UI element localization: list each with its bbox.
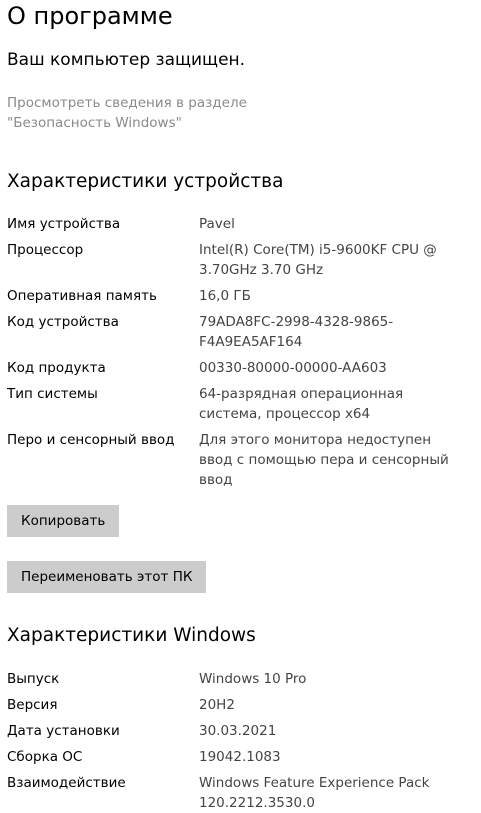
spec-value: Intel(R) Core(TM) i5-9600KF CPU @ 3.70GH… xyxy=(199,242,437,278)
spec-value: 19042.1083 xyxy=(199,749,281,765)
spec-value: Windows Feature Experience Pack 120.2212… xyxy=(199,775,430,811)
spec-value: 20H2 xyxy=(199,697,235,713)
spec-label: Имя устройства xyxy=(7,216,121,232)
spec-value: 64-разрядная операционная система, проце… xyxy=(199,386,404,422)
spec-label: Дата установки xyxy=(7,723,120,739)
spec-label: Процессор xyxy=(7,242,84,258)
spec-label: Сборка ОС xyxy=(7,749,83,765)
spec-value: 00330-80000-00000-AA603 xyxy=(199,360,387,376)
security-link[interactable]: Просмотреть сведения в разделе "Безопасн… xyxy=(7,93,247,133)
spec-label: Версия xyxy=(7,697,58,713)
windows-specs-heading: Характеристики Windows xyxy=(7,625,256,646)
spec-value: 16,0 ГБ xyxy=(199,288,251,304)
spec-value: Pavel xyxy=(199,216,235,232)
spec-value: 79ADA8FC-2998-4328-9865- F4A9EA5AF164 xyxy=(199,314,394,350)
security-link-line1: Просмотреть сведения в разделе xyxy=(7,95,247,111)
rename-pc-button[interactable]: Переименовать этот ПК xyxy=(7,561,207,593)
spec-label: Тип системы xyxy=(7,386,98,402)
page-title: О программе xyxy=(7,2,173,30)
protection-status: Ваш компьютер защищен. xyxy=(7,50,246,70)
security-link-line2: "Безопасность Windows" xyxy=(7,115,182,131)
spec-label: Код продукта xyxy=(7,360,106,376)
device-specs-heading: Характеристики устройства xyxy=(7,171,284,192)
spec-value: 30.03.2021 xyxy=(199,723,277,739)
spec-label: Выпуск xyxy=(7,671,60,687)
spec-label: Перо и сенсорный ввод xyxy=(7,432,175,448)
copy-button[interactable]: Копировать xyxy=(7,505,120,537)
spec-value: Для этого монитора недоступен ввод с пом… xyxy=(199,432,449,488)
spec-label: Оперативная память xyxy=(7,288,157,304)
spec-value: Windows 10 Pro xyxy=(199,671,307,687)
spec-label: Взаимодействие xyxy=(7,775,126,791)
spec-label: Код устройства xyxy=(7,314,119,330)
